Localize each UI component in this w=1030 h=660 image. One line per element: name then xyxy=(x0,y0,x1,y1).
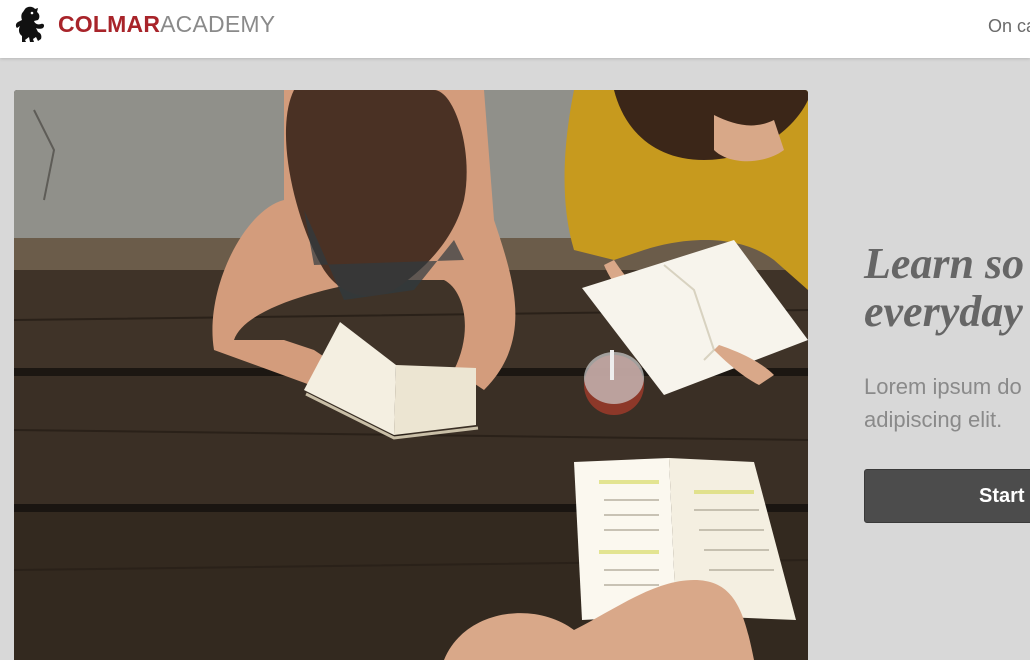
hero-photo-students-studying xyxy=(14,90,808,660)
brand-name-secondary: ACADEMY xyxy=(160,10,276,37)
hero-subtext-line-1: Lorem ipsum do xyxy=(864,374,1022,399)
nav-link-campus[interactable]: On ca xyxy=(988,16,1030,37)
hero-headline: Learn so everyday xyxy=(864,240,1024,336)
cta-button[interactable]: Start l xyxy=(864,469,1030,523)
site-header: COLMARACADEMY On ca xyxy=(0,0,1030,58)
hero-headline-line-2: everyday xyxy=(864,287,1023,336)
hero-subtext-line-2: adipiscing elit. xyxy=(864,407,1003,432)
brand-logo-link[interactable]: COLMARACADEMY xyxy=(14,6,275,42)
hero-subtext: Lorem ipsum do adipiscing elit. xyxy=(864,370,1022,436)
brand-wordmark: COLMARACADEMY xyxy=(58,10,276,37)
hero-photo-illustration xyxy=(14,90,808,660)
lion-rampant-icon xyxy=(15,6,45,42)
brand-name-primary: COLMAR xyxy=(58,10,161,37)
hero-headline-line-1: Learn so xyxy=(864,239,1025,288)
